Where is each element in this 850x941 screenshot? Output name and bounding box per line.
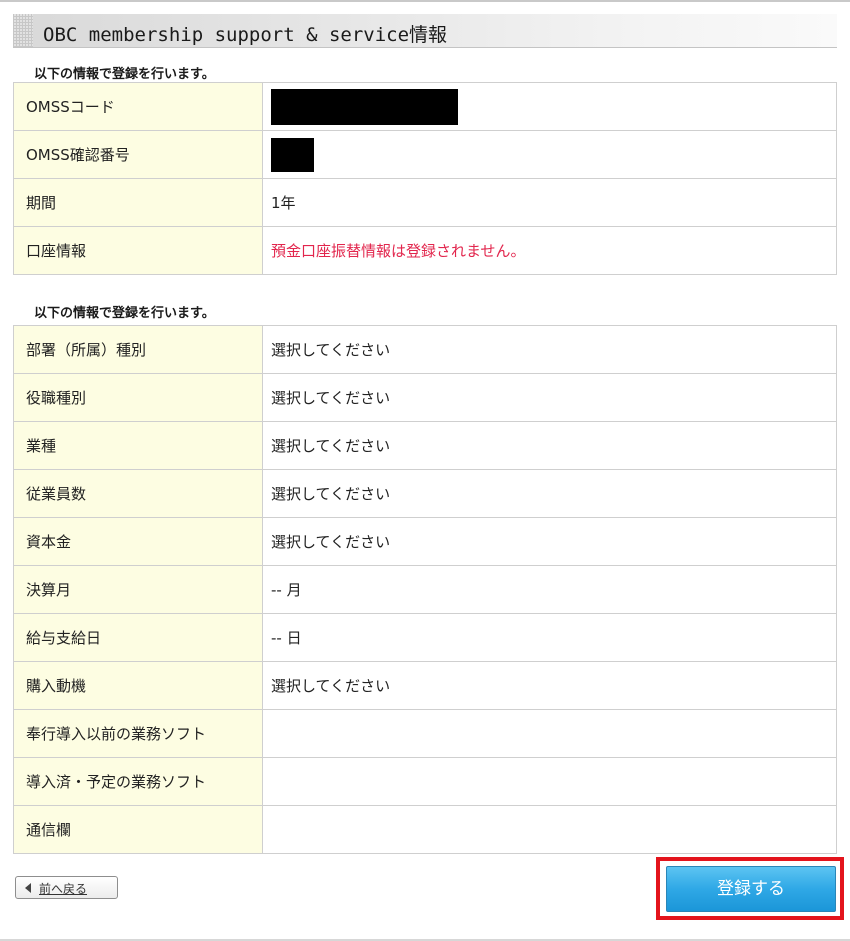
redacted-block (271, 88, 458, 125)
table-row: OMSSコード (13, 82, 837, 131)
row-value-omss-confirm (262, 130, 837, 179)
table-row: 役職種別 選択してください (13, 373, 837, 422)
row-label: 導入済・予定の業務ソフト (13, 757, 263, 806)
row-label-account: 口座情報 (13, 226, 263, 275)
row-label: 役職種別 (13, 373, 263, 422)
row-label-period: 期間 (13, 178, 263, 227)
section-header: OBC membership support & service情報 (13, 14, 837, 48)
row-label: 通信欄 (13, 805, 263, 854)
register-button[interactable]: 登録する (666, 866, 836, 912)
back-button-label: 前へ戻る (39, 882, 88, 896)
row-value-period: 1年 (262, 178, 837, 227)
membership-info-table: OMSSコード OMSS確認番号 期間 1年 口座情報 預金口座振替情報は登録さ… (13, 82, 837, 275)
row-value: 選択してください (262, 373, 837, 422)
back-button[interactable]: 前へ戻る (15, 876, 118, 899)
table-row: 通信欄 (13, 805, 837, 854)
row-value: 選択してください (262, 661, 837, 710)
row-label: 奉行導入以前の業務ソフト (13, 709, 263, 758)
row-label-omss-code: OMSSコード (13, 82, 263, 131)
row-value: 選択してください (262, 469, 837, 518)
left-triangle-icon (25, 883, 31, 893)
row-label: 資本金 (13, 517, 263, 566)
registration-info-table: 部署（所属）種別 選択してください 役職種別 選択してください 業種 選択してく… (13, 325, 837, 854)
row-label: 決算月 (13, 565, 263, 614)
section-title: OBC membership support & service情報 (43, 24, 448, 46)
table-row: 給与支給日 -- 日 (13, 613, 837, 662)
row-value: 選択してください (262, 325, 837, 374)
row-value: 選択してください (262, 517, 837, 566)
row-label: 従業員数 (13, 469, 263, 518)
row-value: 選択してください (262, 421, 837, 470)
redacted-block (271, 137, 314, 172)
row-value (262, 805, 837, 854)
row-label: 購入動機 (13, 661, 263, 710)
table-row: 購入動機 選択してください (13, 661, 837, 710)
row-value: -- 日 (262, 613, 837, 662)
table-row: 期間 1年 (13, 178, 837, 227)
row-label: 部署（所属）種別 (13, 325, 263, 374)
table-row: 資本金 選択してください (13, 517, 837, 566)
row-label-omss-confirm: OMSS確認番号 (13, 130, 263, 179)
row-value (262, 757, 837, 806)
row-label: 業種 (13, 421, 263, 470)
table-row: 導入済・予定の業務ソフト (13, 757, 837, 806)
table-row: 部署（所属）種別 選択してください (13, 325, 837, 374)
table-row: 業種 選択してください (13, 421, 837, 470)
row-value (262, 709, 837, 758)
table-row: OMSS確認番号 (13, 130, 837, 179)
section1-subtitle: 以下の情報で登録を行います。 (34, 67, 215, 82)
header-grip-decoration (13, 14, 33, 47)
section2-subtitle: 以下の情報で登録を行います。 (34, 306, 215, 321)
table-row: 奉行導入以前の業務ソフト (13, 709, 837, 758)
row-value-omss-code (262, 82, 837, 131)
table-row: 決算月 -- 月 (13, 565, 837, 614)
row-value: -- 月 (262, 565, 837, 614)
table-row: 従業員数 選択してください (13, 469, 837, 518)
row-label: 給与支給日 (13, 613, 263, 662)
table-row: 口座情報 預金口座振替情報は登録されません。 (13, 226, 837, 275)
row-value-account-warning: 預金口座振替情報は登録されません。 (262, 226, 837, 275)
top-divider (0, 0, 850, 2)
